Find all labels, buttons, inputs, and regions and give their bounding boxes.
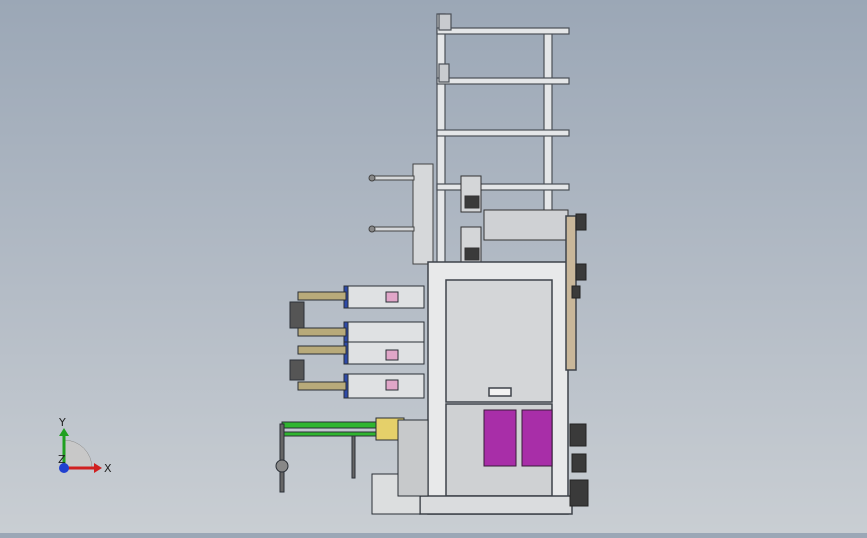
- cabinet-right: [521, 409, 553, 467]
- tower-bracket-2: [438, 63, 450, 83]
- motor-2: [464, 247, 480, 261]
- body-inner-panel: [445, 279, 553, 403]
- conveyor-section: [275, 417, 429, 515]
- triad-y-label: Y: [58, 416, 66, 429]
- lower-mech: [397, 419, 429, 497]
- drive-column: [279, 423, 285, 493]
- drive-wheel: [275, 459, 289, 473]
- triad-z-label: Z: [58, 453, 66, 466]
- linear-rail: [483, 209, 569, 241]
- piston-1: [297, 291, 347, 301]
- pink-part-3: [385, 379, 399, 391]
- triad-x-arrow: [94, 463, 102, 473]
- machine-drawing: X Y Z: [58, 13, 589, 515]
- foot-2: [575, 263, 587, 281]
- conveyor-support: [351, 435, 356, 479]
- foot-4: [569, 423, 587, 447]
- tower-beam-top: [436, 27, 570, 35]
- pink-part-1: [385, 291, 399, 303]
- cylinder-frame-1: [343, 285, 425, 309]
- foot-5: [571, 453, 587, 473]
- tower-beam-low: [436, 129, 570, 137]
- piston-2: [297, 327, 347, 337]
- tower-beam-4: [436, 183, 570, 191]
- motor-1: [464, 195, 480, 209]
- triad-x-label: X: [104, 462, 112, 475]
- triad-y-arrow: [59, 428, 69, 436]
- arm-2: [371, 226, 415, 232]
- tower-top-bracket: [438, 13, 452, 31]
- arm-1-tip: [368, 174, 376, 182]
- cylinder-stack: [289, 285, 425, 399]
- foot-3: [571, 285, 581, 299]
- label-plate: [488, 387, 512, 397]
- foot-1: [575, 213, 587, 231]
- pink-part-2: [385, 349, 399, 361]
- triad-arc: [63, 439, 93, 469]
- piston-4: [297, 381, 347, 391]
- cylinder-frame-2: [343, 321, 425, 345]
- arm-column: [412, 163, 434, 265]
- cylinder-frame-3: [343, 341, 425, 365]
- arm-1: [371, 175, 415, 181]
- tower-post-left: [436, 13, 446, 265]
- tower-beam-mid: [436, 77, 570, 85]
- conveyor-belt-2: [281, 431, 383, 437]
- cad-viewport[interactable]: X Y Z: [0, 0, 867, 533]
- coordinate-triad-icon: X Y Z: [58, 416, 112, 475]
- body-base: [419, 495, 573, 515]
- arm-2-tip: [368, 225, 376, 233]
- gripper-1: [289, 301, 305, 329]
- gripper-2: [289, 359, 305, 381]
- piston-3: [297, 345, 347, 355]
- cabinet-left: [483, 409, 517, 467]
- cylinder-frame-4: [343, 373, 425, 399]
- upper-arms: [368, 163, 434, 265]
- conveyor-belt: [281, 421, 383, 429]
- foot-6: [569, 479, 589, 507]
